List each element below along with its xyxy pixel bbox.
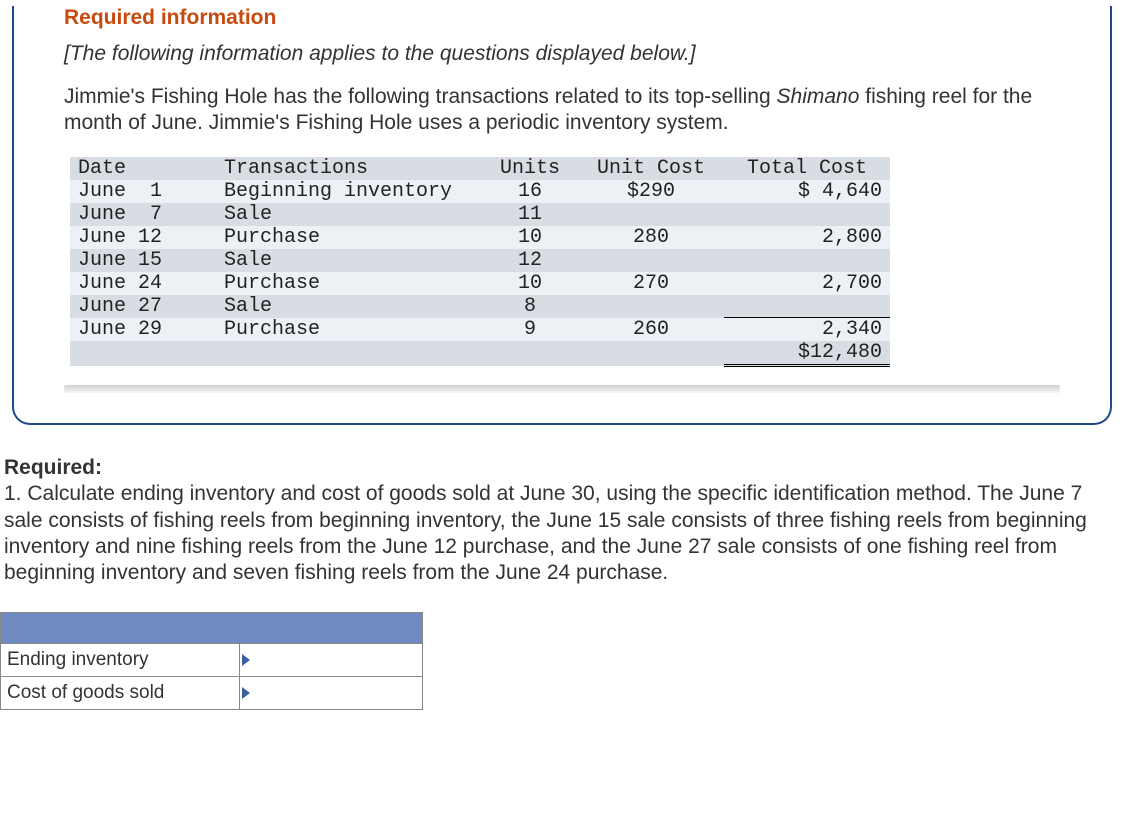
answer-row-cogs: Cost of goods sold — [1, 677, 423, 710]
required-information-title: Required information — [64, 6, 1060, 30]
col-date: Date — [70, 157, 216, 180]
scrollbar-hint — [64, 385, 1060, 393]
required-item-1: 1. Calculate ending inventory and cost o… — [4, 482, 1087, 584]
problem-text: Jimmie's Fishing Hole has the following … — [64, 84, 1060, 137]
required-information-box: Required information [The following info… — [12, 6, 1112, 425]
applies-note: [The following information applies to th… — [64, 42, 1060, 66]
cogs-input[interactable] — [240, 677, 422, 709]
transactions-table-wrap: Date Transactions Units Unit Cost Total … — [70, 157, 1060, 368]
answer-header-row — [1, 613, 423, 644]
table-header-row: Date Transactions Units Unit Cost Total … — [70, 157, 890, 180]
total-cost-value: $12,480 — [724, 341, 890, 366]
col-transactions: Transactions — [216, 157, 482, 180]
table-row: June 24Purchase102702,700 — [70, 272, 890, 295]
required-section: Required: 1. Calculate ending inventory … — [0, 455, 1124, 586]
table-row: June 12Purchase102802,800 — [70, 226, 890, 249]
table-row: June 15Sale12 — [70, 249, 890, 272]
table-row: June 27Sale8 — [70, 295, 890, 318]
ending-inventory-input[interactable] — [240, 644, 422, 676]
required-heading: Required: — [4, 456, 102, 479]
dropdown-icon — [242, 687, 250, 699]
ending-inventory-label: Ending inventory — [1, 644, 240, 677]
dropdown-icon — [242, 654, 250, 666]
table-row: June 7Sale11 — [70, 203, 890, 226]
table-total-row: $12,480 — [70, 341, 890, 366]
answer-table: Ending inventory Cost of goods sold — [0, 612, 423, 710]
cogs-cell[interactable] — [240, 677, 423, 710]
col-units: Units — [482, 157, 578, 180]
transactions-table: Date Transactions Units Unit Cost Total … — [70, 157, 890, 368]
brand-name: Shimano — [777, 85, 860, 108]
col-unit-cost: Unit Cost — [578, 157, 724, 180]
answer-header-blank-1 — [1, 613, 240, 644]
table-row: June 1Beginning inventory16$290$ 4,640 — [70, 180, 890, 203]
ending-inventory-cell[interactable] — [240, 644, 423, 677]
table-row: June 29Purchase92602,340 — [70, 318, 890, 342]
col-total-cost: Total Cost — [724, 157, 890, 180]
answer-row-ending-inventory: Ending inventory — [1, 644, 423, 677]
cogs-label: Cost of goods sold — [1, 677, 240, 710]
problem-text-part1: Jimmie's Fishing Hole has the following … — [64, 85, 777, 108]
answer-header-blank-2 — [240, 613, 423, 644]
